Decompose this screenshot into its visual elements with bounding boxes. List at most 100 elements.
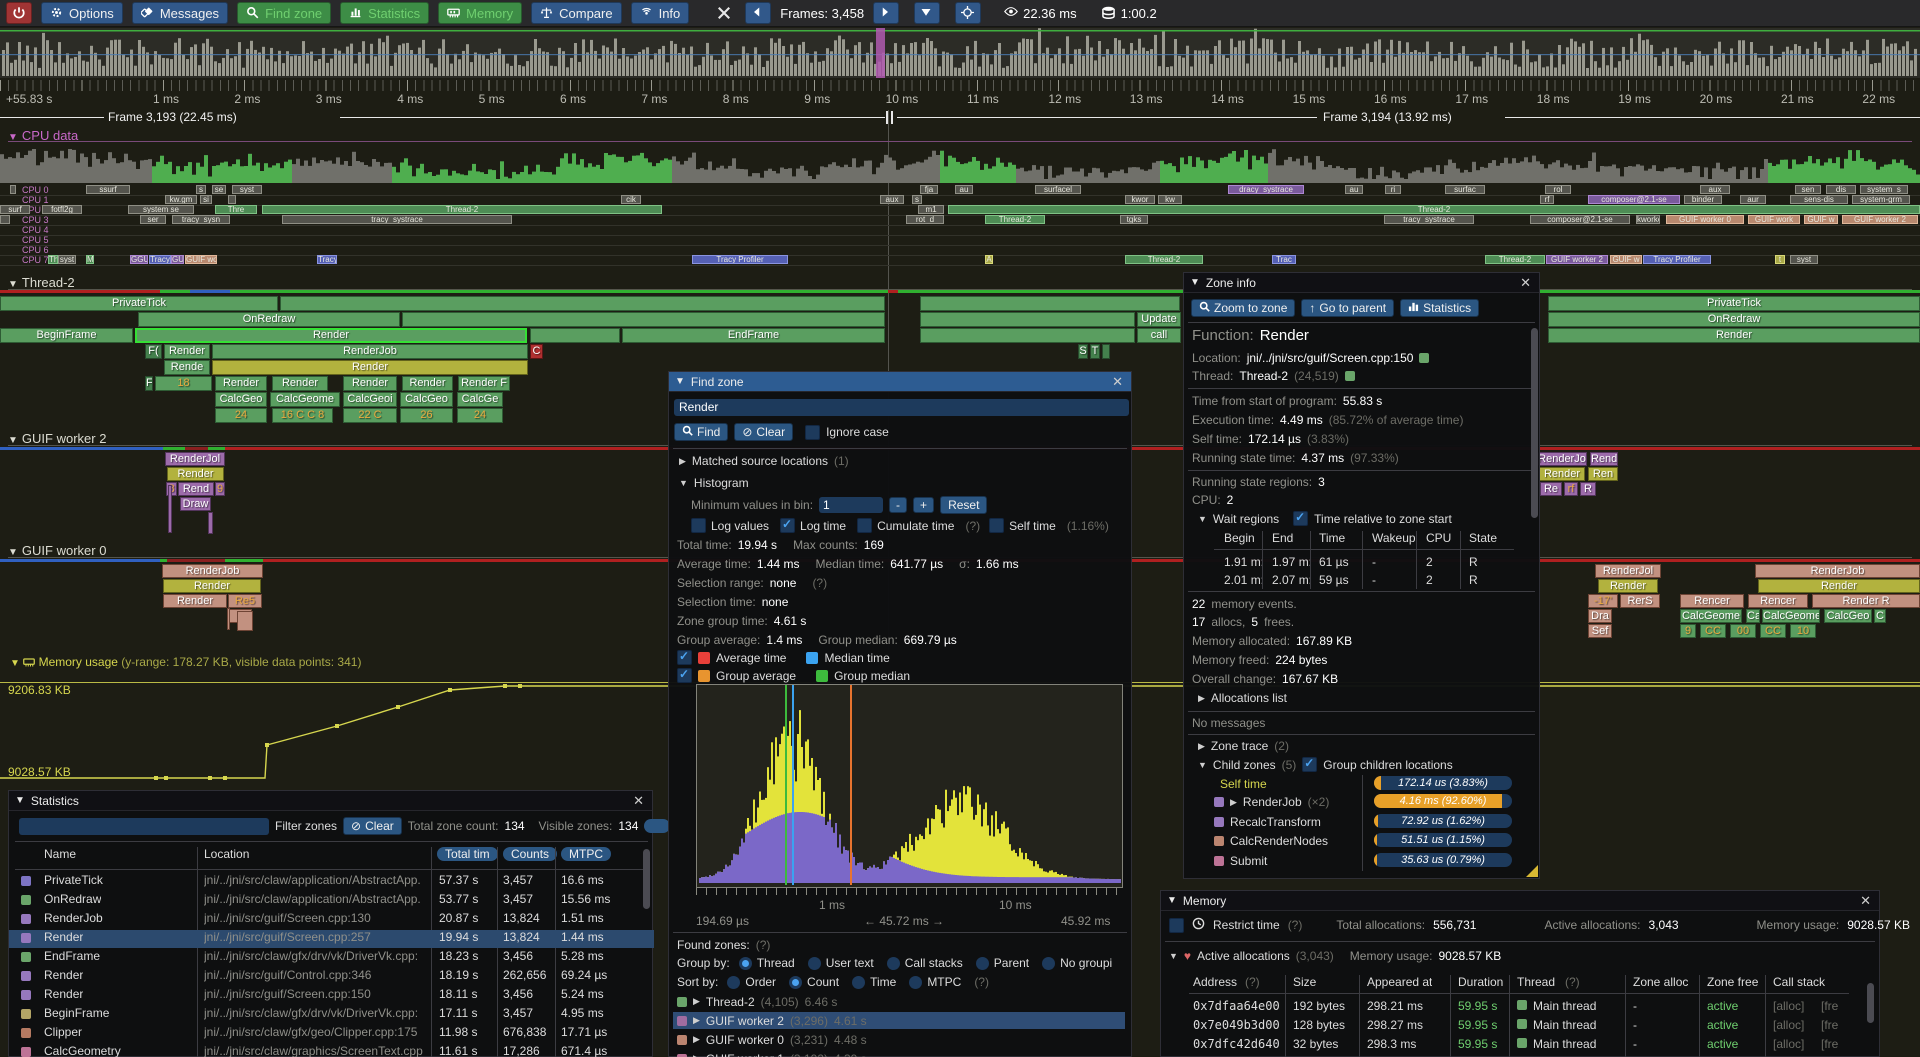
cpu-zone[interactable]: GUIF worker 2 [1842, 215, 1918, 224]
cpu-zone[interactable]: ser [140, 215, 166, 224]
expand-icon[interactable]: ▶ [693, 1015, 700, 1026]
zone-color-swatch[interactable] [1419, 353, 1429, 363]
group-by-option-thread[interactable] [739, 957, 752, 970]
cpu-zone[interactable]: surf [0, 205, 30, 214]
goto-frame-button[interactable] [955, 2, 981, 24]
thread-color-swatch[interactable] [1345, 371, 1355, 381]
timeline-zone[interactable]: Ca [1746, 609, 1760, 623]
group-by-option-call-stacks[interactable] [887, 957, 900, 970]
timeline-zone[interactable] [920, 312, 1135, 327]
child-zone-bar[interactable]: 72.92 us (1.62%) [1374, 814, 1512, 828]
child-zone-row[interactable]: RecalcTransform [1214, 815, 1321, 829]
statistics-button[interactable]: Statistics [1400, 299, 1479, 317]
timeline-zone[interactable]: CC [1760, 624, 1786, 638]
timeline-zone[interactable]: Draw [180, 497, 211, 511]
ignore-case-checkbox[interactable] [805, 425, 820, 440]
log-values-checkbox[interactable] [691, 518, 706, 533]
timeline-zone[interactable]: 9 [1680, 624, 1696, 638]
cpu-zone[interactable]: se [212, 185, 226, 194]
power-button[interactable] [6, 2, 32, 24]
cpu-zone[interactable]: s [912, 195, 922, 204]
thread-header[interactable]: ▼Thread-2 [8, 275, 75, 290]
timeline-zone[interactable]: Update [1137, 312, 1181, 327]
clear-button[interactable]: ⊘Clear [734, 423, 793, 441]
cpu-zone[interactable]: kwor [1125, 195, 1155, 204]
relative-time-checkbox[interactable] [1293, 511, 1308, 526]
cpu-zone[interactable]: composer@2.1-se [1530, 215, 1630, 224]
sort-by-option-time[interactable] [852, 976, 865, 989]
table-row[interactable]: PrivateTickjni/../jni/src/claw/applicati… [9, 873, 654, 891]
scrollbar[interactable] [643, 849, 650, 909]
timeline-zone[interactable]: Render [164, 344, 210, 359]
cpu-zone[interactable]: GUIF wor [185, 255, 217, 264]
clear-filter-button[interactable]: ⊘Clear [343, 817, 402, 835]
cpu-zone[interactable]: syst [232, 185, 262, 194]
table-row[interactable]: EndFramejni/../jni/src/claw/gfx/drv/vk/D… [9, 949, 654, 967]
allocations-list-label[interactable]: Allocations list [1211, 691, 1287, 705]
cpu-zone[interactable]: s [196, 185, 206, 194]
timeline-zone[interactable]: OnRedraw [138, 312, 400, 327]
zone-trace-label[interactable]: Zone trace [1211, 739, 1268, 753]
cpu-zone[interactable]: Tracy [149, 255, 171, 264]
close-icon[interactable]: ✕ [1110, 374, 1125, 390]
thread-header[interactable]: ▼GUIF worker 0 [8, 543, 106, 558]
cpu-zone[interactable]: Thread-2 [262, 205, 662, 214]
timeline-zone[interactable]: EndFrame [622, 328, 885, 343]
timeline-zone[interactable]: 22 C [343, 408, 397, 423]
found-zone-group[interactable]: ▶GUIF worker 1(3,192)4.39 s [673, 1050, 1125, 1057]
timeline-zone[interactable]: 10 [1790, 624, 1816, 638]
timeline-zone[interactable]: RenderJob [1755, 564, 1920, 578]
cpu-zone[interactable]: binder [1684, 195, 1722, 204]
cpu-zone[interactable]: aux [880, 195, 904, 204]
cpu-zone[interactable]: sens-dis [1790, 195, 1848, 204]
cumulate-time-checkbox[interactable] [857, 518, 872, 533]
restrict-time-checkbox[interactable] [1169, 918, 1184, 933]
sort-by-option-count[interactable] [789, 976, 802, 989]
cpu-zone[interactable]: si [200, 195, 212, 204]
timeline-zone[interactable]: Render [343, 376, 397, 391]
timeline-zone[interactable]: call [1137, 328, 1181, 343]
timeline-zone[interactable]: CalcGeome [1680, 609, 1742, 623]
timeline-zone[interactable] [280, 296, 885, 311]
timeline-zone[interactable]: Rencer [1748, 594, 1808, 608]
timeline-zone[interactable]: Rend [1590, 452, 1618, 466]
frame-label-left[interactable]: Frame 3,193 (22.45 ms) [108, 110, 237, 124]
increase-button[interactable]: + [913, 497, 934, 513]
timeline-zone[interactable]: C [1874, 609, 1886, 623]
cpu-zone[interactable]: Trac [1272, 255, 1296, 264]
cpu-zone[interactable]: M [86, 255, 94, 264]
decrease-button[interactable]: - [889, 497, 907, 513]
group-by-option-no-groupi[interactable] [1042, 957, 1055, 970]
timeline-zone[interactable]: F( [145, 344, 162, 359]
cpu-zone[interactable]: GUI [171, 255, 184, 264]
timeline-zone[interactable]: 24 [215, 408, 267, 423]
cpu-zone[interactable]: GUIF w [1804, 215, 1838, 224]
timeline-zone[interactable]: rf [1564, 482, 1578, 496]
timeline-zone[interactable]: S [1078, 344, 1088, 359]
cpu-zone[interactable]: rol [1545, 185, 1571, 194]
go-to-parent-button[interactable]: ↑Go to parent [1301, 299, 1394, 317]
child-zone-bar[interactable]: 35.63 us (0.79%) [1374, 853, 1512, 867]
timeline-zone[interactable]: Render [135, 328, 527, 343]
timeline-zone[interactable]: 9 [215, 482, 225, 496]
timeline-zone[interactable]: CalcGeome [270, 392, 340, 407]
expand-icon[interactable]: ▶ [693, 996, 700, 1007]
timeline-zone[interactable]: Re5 [228, 594, 262, 608]
timeline-zone[interactable]: Ren [1588, 467, 1618, 481]
child-zone-row[interactable]: ▶RenderJob(×2) [1214, 795, 1329, 809]
zone-color-swatch[interactable] [21, 1028, 31, 1038]
reset-button[interactable]: Reset [940, 496, 987, 514]
timeline-zone[interactable]: -17' [1588, 594, 1618, 608]
cpu-zone[interactable]: kw.gm [165, 195, 197, 204]
collapse-icon[interactable]: ▼ [1169, 951, 1178, 961]
timeline-zone[interactable]: CalcGeoi [343, 392, 397, 407]
child-zone-row[interactable]: Submit [1214, 854, 1267, 868]
active-allocations-label[interactable]: Active allocations [1197, 949, 1290, 963]
cpu-usage-graph[interactable] [0, 145, 1920, 183]
table-row[interactable]: Renderjni/../jni/src/guif/Control.cpp:34… [9, 968, 654, 986]
zone-color-swatch[interactable] [21, 971, 31, 981]
child-zone-row[interactable]: CalcRenderNodes [1214, 834, 1328, 848]
cpu-zone[interactable]: syst [58, 255, 76, 264]
cpu-zone[interactable]: composer@2.1-se [1588, 195, 1680, 204]
collapse-icon[interactable]: ▼ [1198, 514, 1207, 524]
